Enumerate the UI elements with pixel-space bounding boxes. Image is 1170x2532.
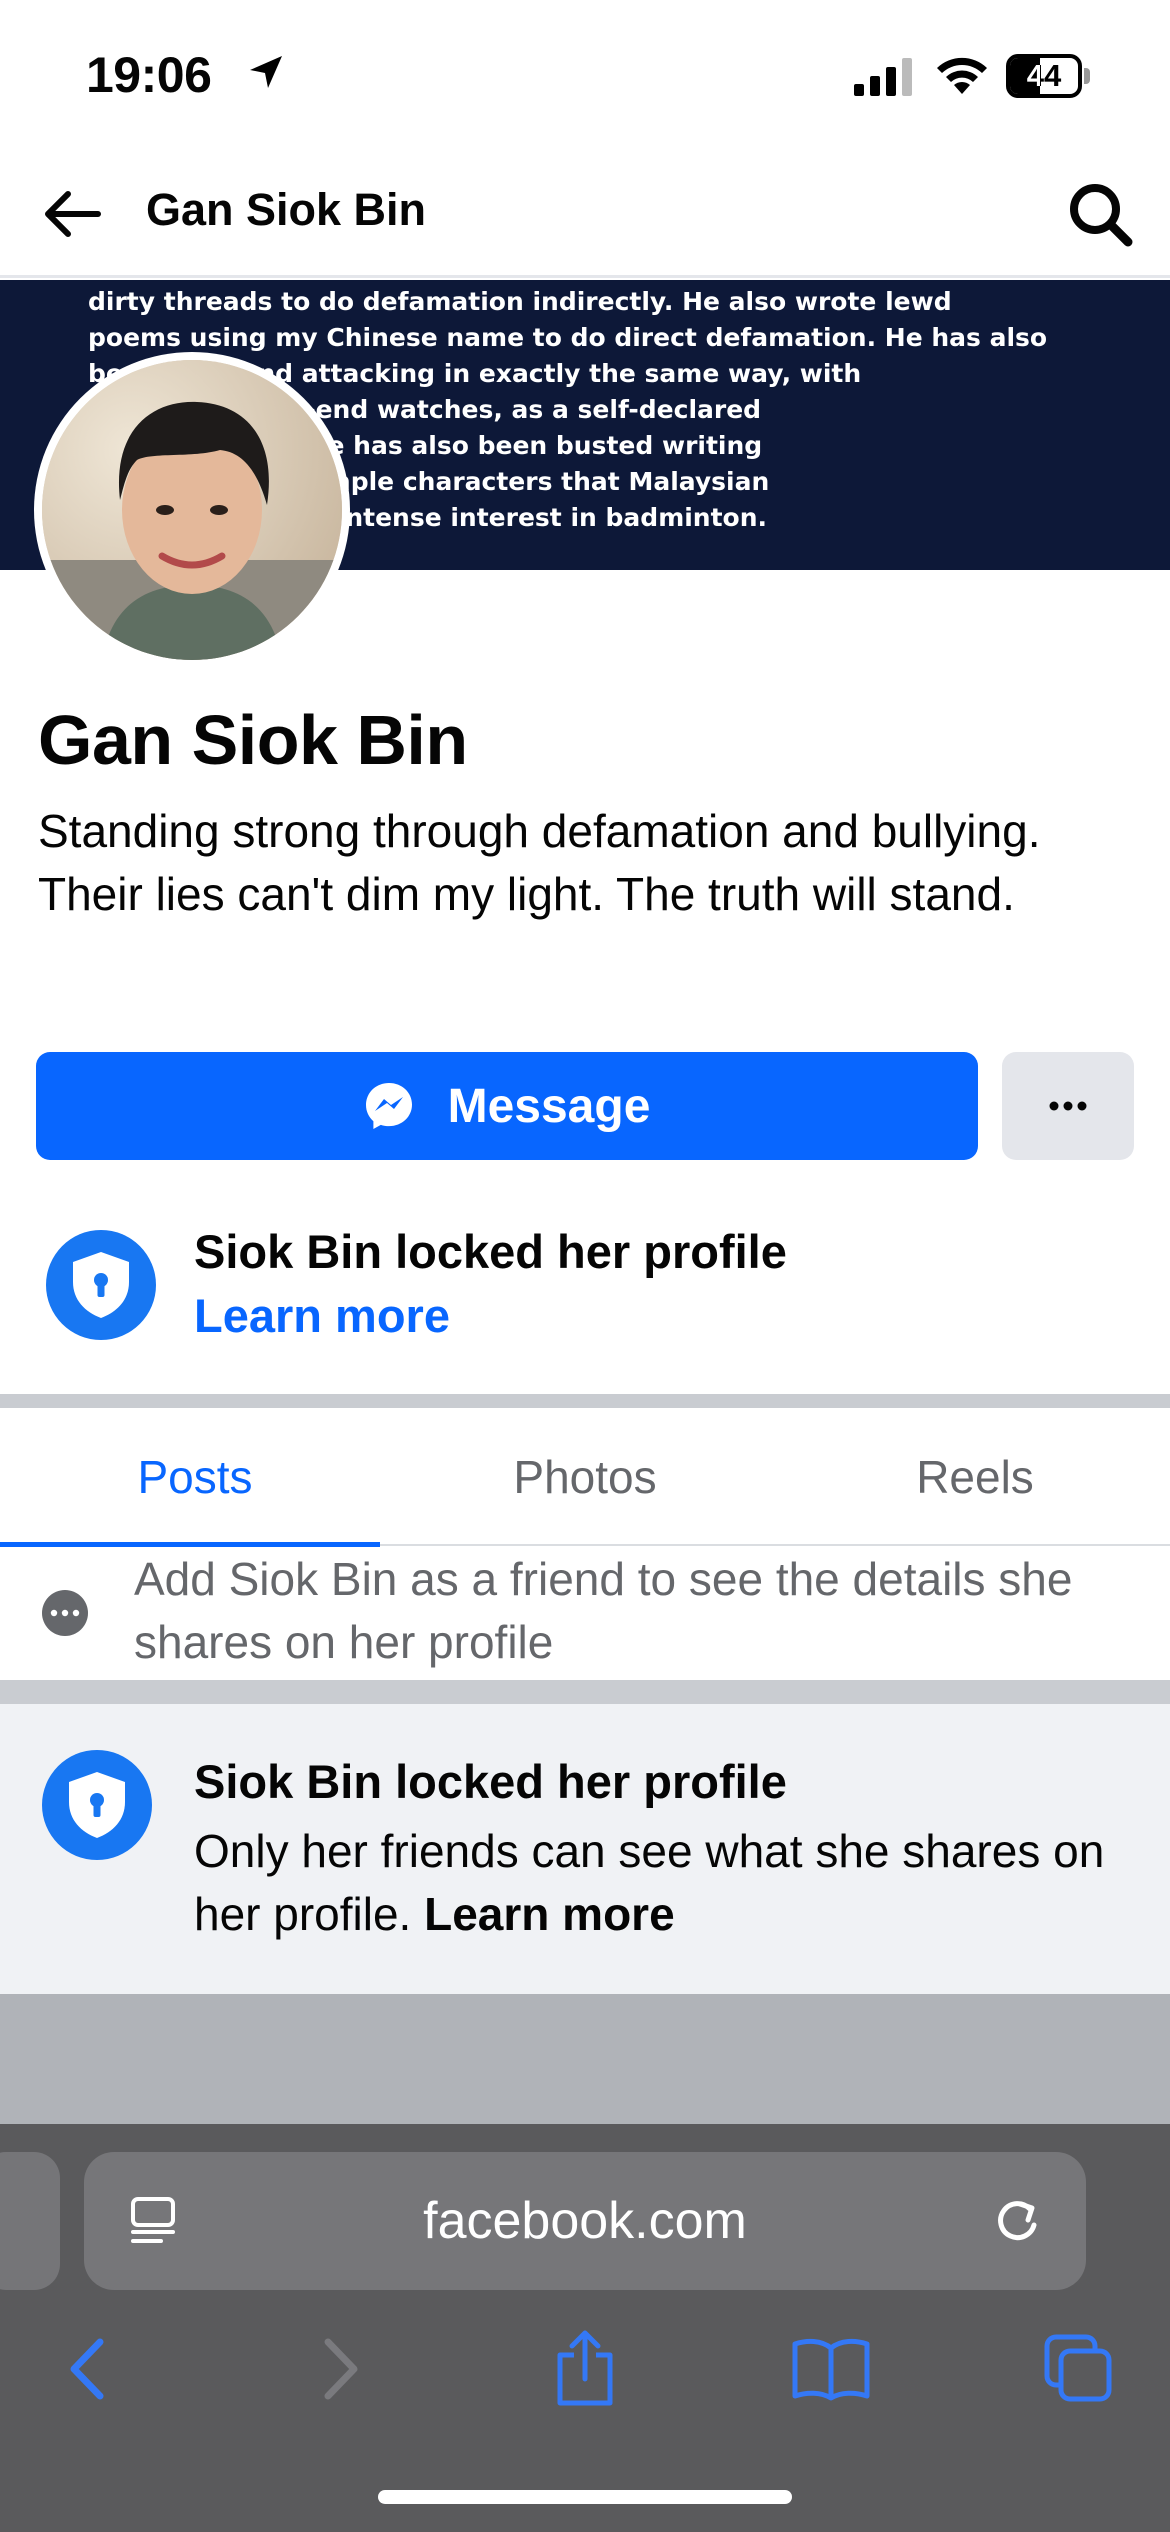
back-arrow-icon	[45, 191, 101, 237]
home-indicator	[378, 2490, 792, 2504]
friend-notice: Add Siok Bin as a friend to see the deta…	[0, 1548, 1170, 1680]
book-icon	[792, 2338, 870, 2401]
locked-card-title: Siok Bin locked her profile	[194, 1755, 787, 1808]
previous-tab-preview[interactable]	[0, 2152, 60, 2290]
profile-name: Gan Siok Bin	[38, 701, 468, 779]
locked-card-description: Only her friends can see what she shares…	[194, 1820, 1114, 1946]
search-button[interactable]	[1062, 176, 1138, 252]
shield-lock-icon	[46, 1230, 156, 1340]
tabs-button[interactable]	[1024, 2314, 1134, 2424]
browser-forward-button[interactable]	[286, 2314, 396, 2424]
back-button[interactable]	[36, 176, 112, 252]
tab-posts[interactable]: Posts	[0, 1408, 390, 1546]
shield-lock-icon	[42, 1750, 152, 1860]
profile-bio: Standing strong through defamation and b…	[38, 805, 1041, 920]
tabs-icon	[1044, 2334, 1112, 2402]
active-tab-indicator	[0, 1542, 380, 1547]
chevron-left-icon	[70, 2338, 104, 2400]
nav-bar: Gan Siok Bin	[0, 150, 1170, 278]
profile-tabs: Posts Photos Reels	[0, 1408, 1170, 1547]
status-time: 19:06	[86, 47, 212, 103]
search-icon	[1070, 184, 1133, 247]
more-dots-icon	[42, 1590, 88, 1636]
tab-reels[interactable]: Reels	[780, 1408, 1170, 1546]
browser-toolbar: facebook.com	[0, 2124, 1170, 2532]
battery-percent: 44	[1026, 58, 1062, 93]
locked-card-learn-more-link[interactable]: Learn more	[424, 1888, 675, 1940]
avatar-photo	[42, 360, 342, 660]
cellular-signal-icon	[854, 58, 912, 96]
divider	[0, 1680, 1170, 1704]
reload-icon[interactable]	[990, 2194, 1044, 2248]
content-backdrop	[0, 1994, 1170, 2124]
browser-back-button[interactable]	[32, 2314, 142, 2424]
locked-profile-title: Siok Bin locked her profile	[194, 1225, 787, 1278]
locked-profile-card: Siok Bin locked her profile Only her fri…	[0, 1704, 1170, 1994]
messenger-icon	[365, 1083, 412, 1129]
wifi-icon	[937, 57, 987, 94]
status-bar: 19:06 44	[0, 0, 1170, 150]
locked-profile-notice: Siok Bin locked her profile Learn more	[0, 1200, 1170, 1390]
url-text: facebook.com	[423, 2192, 747, 2250]
bookmarks-button[interactable]	[776, 2314, 886, 2424]
browser-nav-buttons	[0, 2314, 1170, 2424]
profile-avatar[interactable]	[34, 352, 350, 668]
message-button-label: Message	[447, 1079, 651, 1133]
learn-more-link[interactable]: Learn more	[194, 1288, 450, 1343]
tab-photos[interactable]: Photos	[390, 1408, 780, 1546]
chevron-right-icon	[324, 2338, 358, 2400]
friend-notice-text: Add Siok Bin as a friend to see the deta…	[134, 1553, 1073, 1668]
location-arrow-icon	[250, 56, 282, 88]
share-icon	[557, 2330, 613, 2406]
address-bar[interactable]: facebook.com	[84, 2152, 1086, 2290]
page-title: Gan Siok Bin	[146, 184, 427, 235]
share-button[interactable]	[530, 2314, 640, 2424]
ellipsis-icon	[1049, 1101, 1087, 1111]
divider	[0, 1394, 1170, 1408]
more-options-button[interactable]	[1002, 1052, 1134, 1160]
message-button[interactable]: Message	[36, 1052, 978, 1160]
battery-icon: 44	[1006, 54, 1090, 98]
